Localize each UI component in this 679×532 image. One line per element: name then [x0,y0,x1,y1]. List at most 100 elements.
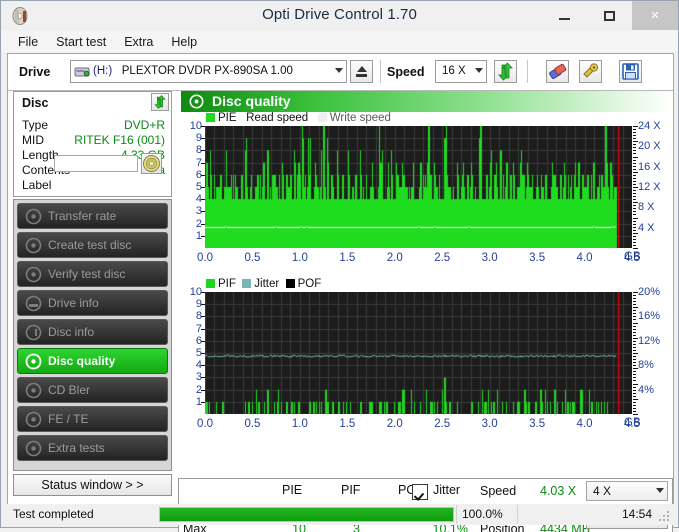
drive-select[interactable]: (H:) PLEXTOR DVDR PX-890SA 1.00 [70,60,347,83]
drive-model: PLEXTOR DVDR PX-890SA 1.00 [122,65,293,77]
y-tick-label: 8 [178,311,202,321]
y-tick-label: 1 [178,397,202,407]
y2-tick-mark [633,402,636,403]
left-panel: Disc Type DVD+R MID RI [8,91,178,523]
test-speed-select[interactable]: 4 X [586,481,668,501]
y2-tick-mark [633,224,636,225]
y2-tick-mark [633,233,638,234]
y-tick-label: 5 [178,182,202,192]
close-button[interactable]: × [632,1,678,30]
label-input[interactable] [54,155,138,172]
y-tick-mark [201,126,205,127]
y2-tick-mark [633,411,636,412]
maximize-button[interactable] [587,1,632,30]
window-frame: Opti Drive Control 1.70 × File Start tes… [0,0,679,528]
y-tick-label: 7 [178,158,202,168]
y-tick-mark [201,224,205,225]
legend-swatch-pif [206,279,215,288]
y2-tick-mark [633,408,636,409]
y2-tick-mark [633,138,636,139]
legend-swatch-jitter [242,279,251,288]
erase-button[interactable] [546,60,569,83]
y2-tick-mark [633,319,636,320]
y2-tick-mark [633,208,636,209]
legend-swatch-pof [286,279,295,288]
panel-header: Disc quality [181,91,670,112]
y2-tick-mark [633,169,636,170]
minimize-button[interactable] [542,1,587,30]
x-tick-label: 0.0 [190,418,220,430]
y-tick-mark [201,304,205,305]
tools-button[interactable] [579,60,602,83]
disc-refresh-button[interactable] [151,93,169,111]
x-tick-label: 2.5 [427,418,457,430]
menu-bar: File Start test Extra Help [1,31,678,52]
y2-tick-mark [633,414,638,415]
refresh-icon [495,61,516,82]
y2-tick-mark [633,160,636,161]
tools-icon [580,61,601,82]
eject-button[interactable] [350,60,373,83]
y2-tick-mark [633,298,636,299]
test-nav-list: Transfer rate Create test disc Verify te… [13,199,172,471]
legend-label-read-speed: Read speed [246,112,308,124]
refresh-icon [152,94,168,110]
y2-tick-label: 8% [638,360,654,370]
y2-tick-mark [633,157,638,158]
toolbar-separator-1 [380,60,381,83]
y2-tick-mark [633,153,636,154]
label-disc-button[interactable] [141,153,162,174]
disc-row-label: Label [22,178,165,193]
sidebar-item-transfer-rate[interactable]: Transfer rate [17,203,168,229]
chart-pie: PIE Read speed Write speed 12345678910 4… [178,113,673,281]
sidebar-item-create-test-disc[interactable]: Create test disc [17,232,168,258]
y2-tick-mark [633,344,636,345]
y2-tick-mark [633,307,638,308]
sidebar-item-label: Extra tests [48,441,105,455]
y2-tick-mark [633,172,638,173]
y2-tick-mark [633,338,638,339]
erase-icon [547,61,568,82]
y2-tick-mark [633,301,636,302]
save-button[interactable] [619,60,642,83]
status-bar: Test completed 100.0% 14:54 [7,504,674,525]
speed-select[interactable]: 16 X [435,60,487,83]
stats-col-pie: PIE [282,483,302,497]
disc-icon [25,353,42,370]
y2-tick-mark [633,380,636,381]
menu-item-help[interactable]: Help [162,33,206,51]
menu-item-start-test[interactable]: Start test [47,33,115,51]
resize-grip-icon[interactable] [659,511,670,522]
disc-row-value: RITEK F16 (001) [74,133,165,147]
x-tick-label: 3.5 [522,252,552,264]
y-tick-label: 10 [178,121,202,131]
refresh-button[interactable] [494,60,517,83]
sidebar-item-extra-tests[interactable]: Extra tests [17,435,168,461]
menu-item-extra[interactable]: Extra [115,33,162,51]
chart-pif-plot [205,292,632,414]
y2-tick-mark [633,316,636,317]
menu-item-file[interactable]: File [9,33,47,51]
y2-tick-mark [633,166,636,167]
x-tick-label: 3.5 [522,418,552,430]
y-tick-mark [201,236,205,237]
x-tick-label: 3.0 [475,418,505,430]
sidebar-item-disc-quality[interactable]: Disc quality [17,348,168,374]
status-window-button[interactable]: Status window > > [13,474,172,496]
jitter-checkbox[interactable] [412,484,428,500]
sidebar-item-label: Transfer rate [48,209,116,223]
sidebar-item-disc-info[interactable]: Disc info [17,319,168,345]
y2-tick-label: 12% [638,336,660,346]
status-time: 14:54 [622,507,652,521]
y2-tick-mark [633,141,638,142]
sidebar-item-fe-te[interactable]: FE / TE [17,406,168,432]
x-tick-label: 1.0 [285,252,315,264]
sidebar-item-drive-info[interactable]: Drive info [17,290,168,316]
y-tick-mark [201,341,205,342]
sidebar-item-verify-test-disc[interactable]: Verify test disc [17,261,168,287]
disc-row-type: Type DVD+R [22,118,165,133]
chevron-down-icon [335,68,343,73]
y2-tick-label: 16 X [638,162,661,172]
sidebar-item-label: Create test disc [48,238,131,252]
sidebar-item-cd-bler[interactable]: CD Bler [17,377,168,403]
